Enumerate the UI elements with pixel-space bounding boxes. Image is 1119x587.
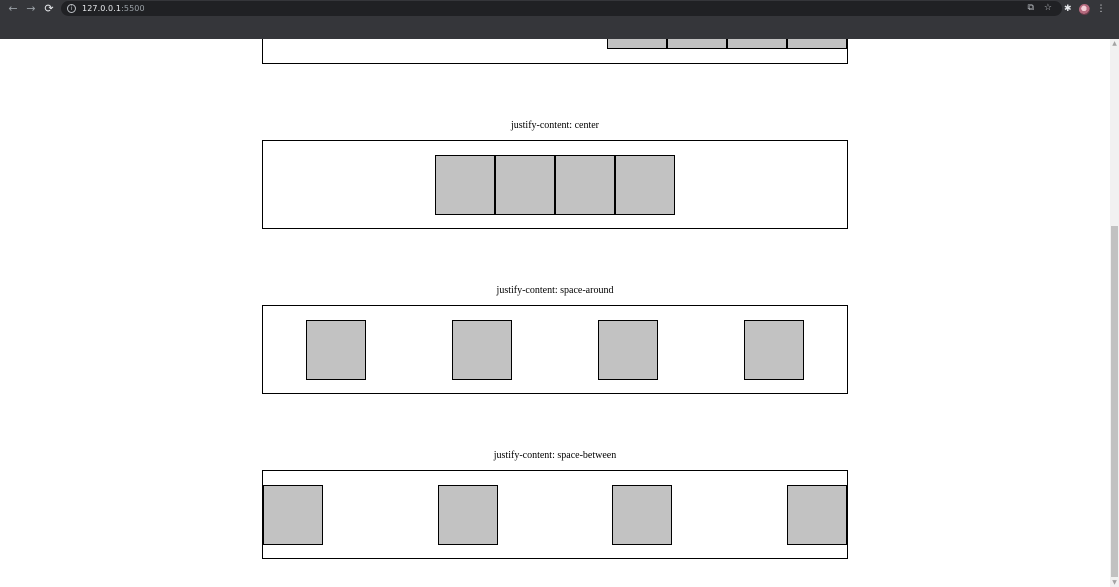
- profile-avatar[interactable]: [1078, 3, 1090, 15]
- flex-container-center: [262, 140, 848, 229]
- flex-item: [495, 155, 555, 215]
- flex-item: [435, 155, 495, 215]
- flex-item: [452, 320, 512, 380]
- section-title-space-between: justify-content: space-between: [493, 450, 617, 461]
- flex-container-previous: [262, 39, 848, 64]
- flex-container-space-around: [262, 305, 848, 394]
- reload-icon[interactable]: ⟳: [40, 1, 58, 17]
- scroll-down-arrow-icon[interactable]: ▼: [1110, 578, 1119, 587]
- flex-item: [787, 39, 847, 49]
- url-port: :5500: [121, 4, 145, 13]
- scroll-up-arrow-icon[interactable]: ▲: [1110, 39, 1119, 48]
- address-bar[interactable]: i 127.0.0.1:5500 ⧉ ☆: [61, 1, 1062, 16]
- flex-item: [555, 155, 615, 215]
- section-title-space-around: justify-content: space-around: [496, 285, 614, 296]
- flex-item: [612, 485, 673, 545]
- navigation-buttons: ← → ⟳: [4, 1, 58, 17]
- site-info-icon[interactable]: i: [67, 4, 76, 13]
- extensions-puzzle-icon[interactable]: ✱: [1064, 0, 1072, 18]
- browser-menu-icon[interactable]: ⋮: [1097, 0, 1106, 18]
- scrollbar-thumb[interactable]: [1111, 226, 1118, 577]
- flex-item: [306, 320, 366, 380]
- back-arrow-icon[interactable]: ←: [4, 1, 22, 17]
- flex-item: [607, 39, 667, 49]
- translate-icon[interactable]: ⧉: [1027, 1, 1033, 16]
- browser-toolbar: ← → ⟳ i 127.0.0.1:5500 ⧉ ☆ ✱ ⋮: [0, 0, 1119, 18]
- bookmark-star-icon[interactable]: ☆: [1044, 1, 1052, 16]
- section-title-center: justify-content: center: [510, 120, 600, 131]
- page-viewport: justify-content: center justify-content:…: [0, 39, 1110, 587]
- flex-item: [786, 485, 847, 545]
- flex-item: [437, 485, 498, 545]
- extension-area: ✱ ⋮: [1064, 0, 1106, 18]
- flex-item: [263, 485, 323, 545]
- vertical-scrollbar[interactable]: ▲ ▼: [1110, 39, 1119, 587]
- bookmark-bar: [0, 18, 1119, 39]
- flex-container-space-between: [262, 470, 848, 559]
- flex-item: [615, 155, 675, 215]
- flex-item: [598, 320, 658, 380]
- omnibox-actions: ⧉ ☆: [1027, 1, 1052, 16]
- forward-arrow-icon[interactable]: →: [22, 1, 40, 17]
- flex-item: [667, 39, 727, 49]
- flex-item: [727, 39, 787, 49]
- flex-item: [744, 320, 804, 380]
- url-text[interactable]: 127.0.0.1:5500: [82, 4, 145, 13]
- url-host: 127.0.0.1: [82, 4, 122, 13]
